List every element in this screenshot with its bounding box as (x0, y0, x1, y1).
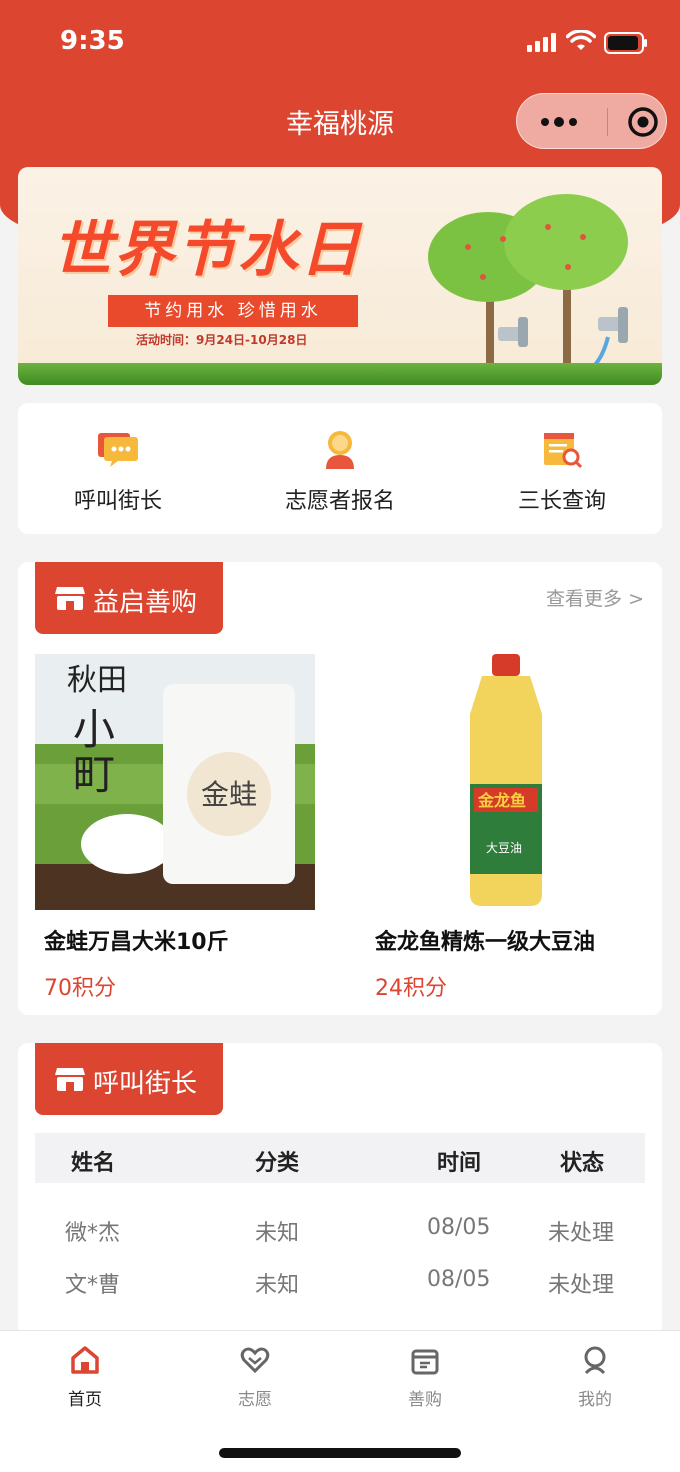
home-icon (71, 1346, 99, 1374)
signal-icon (527, 33, 556, 52)
tab-home[interactable]: 首页 (0, 1331, 170, 1421)
banner-title: 世界节水日 (52, 215, 362, 285)
table-row[interactable]: 微*杰 未知 08/05 未处理 (35, 1215, 645, 1267)
column-header-time: 时间 (437, 1151, 482, 1176)
product-price: 70积分 (44, 976, 116, 1001)
shop-section: 益启善购 查看更多 > 秋田 小 町 金蛙 金蛙万昌大米10斤 70积分 金龙鱼… (18, 562, 662, 1015)
cell-name: 文*曹 (65, 1273, 121, 1298)
quick-call-street-chief[interactable]: 呼叫街长 (18, 403, 218, 534)
tab-label: 善购 (408, 1390, 442, 1410)
shop-section-title: 益启善购 (93, 588, 198, 618)
call-section-title: 呼叫街长 (93, 1069, 198, 1099)
svg-text:秋田: 秋田 (67, 663, 127, 698)
svg-text:小: 小 (73, 705, 115, 754)
status-time: 9:35 (60, 26, 125, 56)
product-card[interactable]: 秋田 小 町 金蛙 金蛙万昌大米10斤 70积分 (35, 654, 315, 1002)
cell-status: 未处理 (548, 1221, 615, 1246)
miniprogram-capsule (516, 93, 667, 149)
column-header-status: 状态 (560, 1151, 605, 1176)
rice-product-image: 秋田 小 町 金蛙 (35, 654, 315, 910)
tab-mine[interactable]: 我的 (510, 1331, 680, 1421)
promo-banner[interactable]: 世界节水日 节约用水 珍惜用水 活动时间：9月24日-10月28日 (18, 167, 662, 385)
heart-hands-icon (240, 1347, 270, 1374)
user-icon (584, 1346, 606, 1375)
svg-text:金龙鱼: 金龙鱼 (477, 791, 526, 810)
table-header: 姓名 分类 时间 状态 (35, 1133, 645, 1183)
quick-volunteer-signup[interactable]: 志愿者报名 (240, 403, 440, 534)
document-search-icon (544, 433, 583, 469)
cell-status: 未处理 (548, 1273, 615, 1298)
product-name: 金龙鱼精炼一级大豆油 (375, 930, 596, 955)
svg-text:大豆油: 大豆油 (486, 841, 522, 855)
chat-bubble-icon (98, 433, 138, 467)
product-name: 金蛙万昌大米10斤 (44, 930, 229, 955)
column-header-category: 分类 (255, 1151, 300, 1176)
view-more-link[interactable]: 查看更多 > (546, 584, 644, 611)
quick-links-card: 呼叫街长 志愿者报名 三长查询 (18, 403, 662, 534)
tab-volunteer[interactable]: 志愿 (170, 1331, 340, 1421)
svg-text:金蛙: 金蛙 (201, 778, 257, 811)
cell-time: 08/05 (427, 1267, 491, 1292)
close-target-icon[interactable] (627, 106, 659, 138)
more-dots-icon[interactable] (539, 112, 579, 132)
tab-label: 志愿 (238, 1390, 272, 1410)
store-icon (55, 1068, 85, 1091)
quick-link-label: 呼叫街长 (73, 489, 162, 514)
quick-link-label: 志愿者报名 (284, 489, 395, 514)
column-header-name: 姓名 (71, 1151, 116, 1176)
call-section-header: 呼叫街长 (35, 1043, 223, 1115)
cell-category: 未知 (255, 1273, 300, 1298)
cell-time: 08/05 (427, 1215, 491, 1240)
trees-faucet-illustration (428, 194, 628, 369)
shop-icon (411, 1349, 439, 1375)
store-icon (55, 587, 85, 610)
cell-category: 未知 (255, 1221, 300, 1246)
tab-label: 我的 (578, 1390, 612, 1410)
tab-shop[interactable]: 善购 (340, 1331, 510, 1421)
quick-three-chief-query[interactable]: 三长查询 (462, 403, 662, 534)
banner-grass (18, 363, 662, 385)
shop-section-header: 益启善购 (35, 562, 223, 634)
oil-product-image: 金龙鱼 大豆油 (366, 654, 646, 910)
svg-text:町: 町 (73, 750, 115, 799)
tab-label: 首页 (68, 1390, 102, 1410)
cell-name: 微*杰 (65, 1221, 121, 1246)
capsule-divider (607, 108, 608, 136)
home-indicator[interactable] (219, 1448, 461, 1458)
battery-icon (604, 32, 647, 54)
banner-slogan: 节约用水 珍惜用水 (108, 295, 358, 327)
status-bar: 9:35 (0, 0, 680, 88)
table-row[interactable]: 文*曹 未知 08/05 未处理 (35, 1267, 645, 1319)
quick-link-label: 三长查询 (517, 489, 606, 514)
volunteer-person-icon (326, 431, 354, 469)
wifi-icon (566, 30, 596, 50)
call-chief-section: 呼叫街长 姓名 分类 时间 状态 微*杰 未知 08/05 未处理 文*曹 未知… (18, 1043, 662, 1343)
product-card[interactable]: 金龙鱼 大豆油 金龙鱼精炼一级大豆油 24积分 (366, 654, 646, 1002)
banner-date: 活动时间：9月24日-10月28日 (136, 333, 308, 347)
product-price: 24积分 (375, 976, 447, 1001)
